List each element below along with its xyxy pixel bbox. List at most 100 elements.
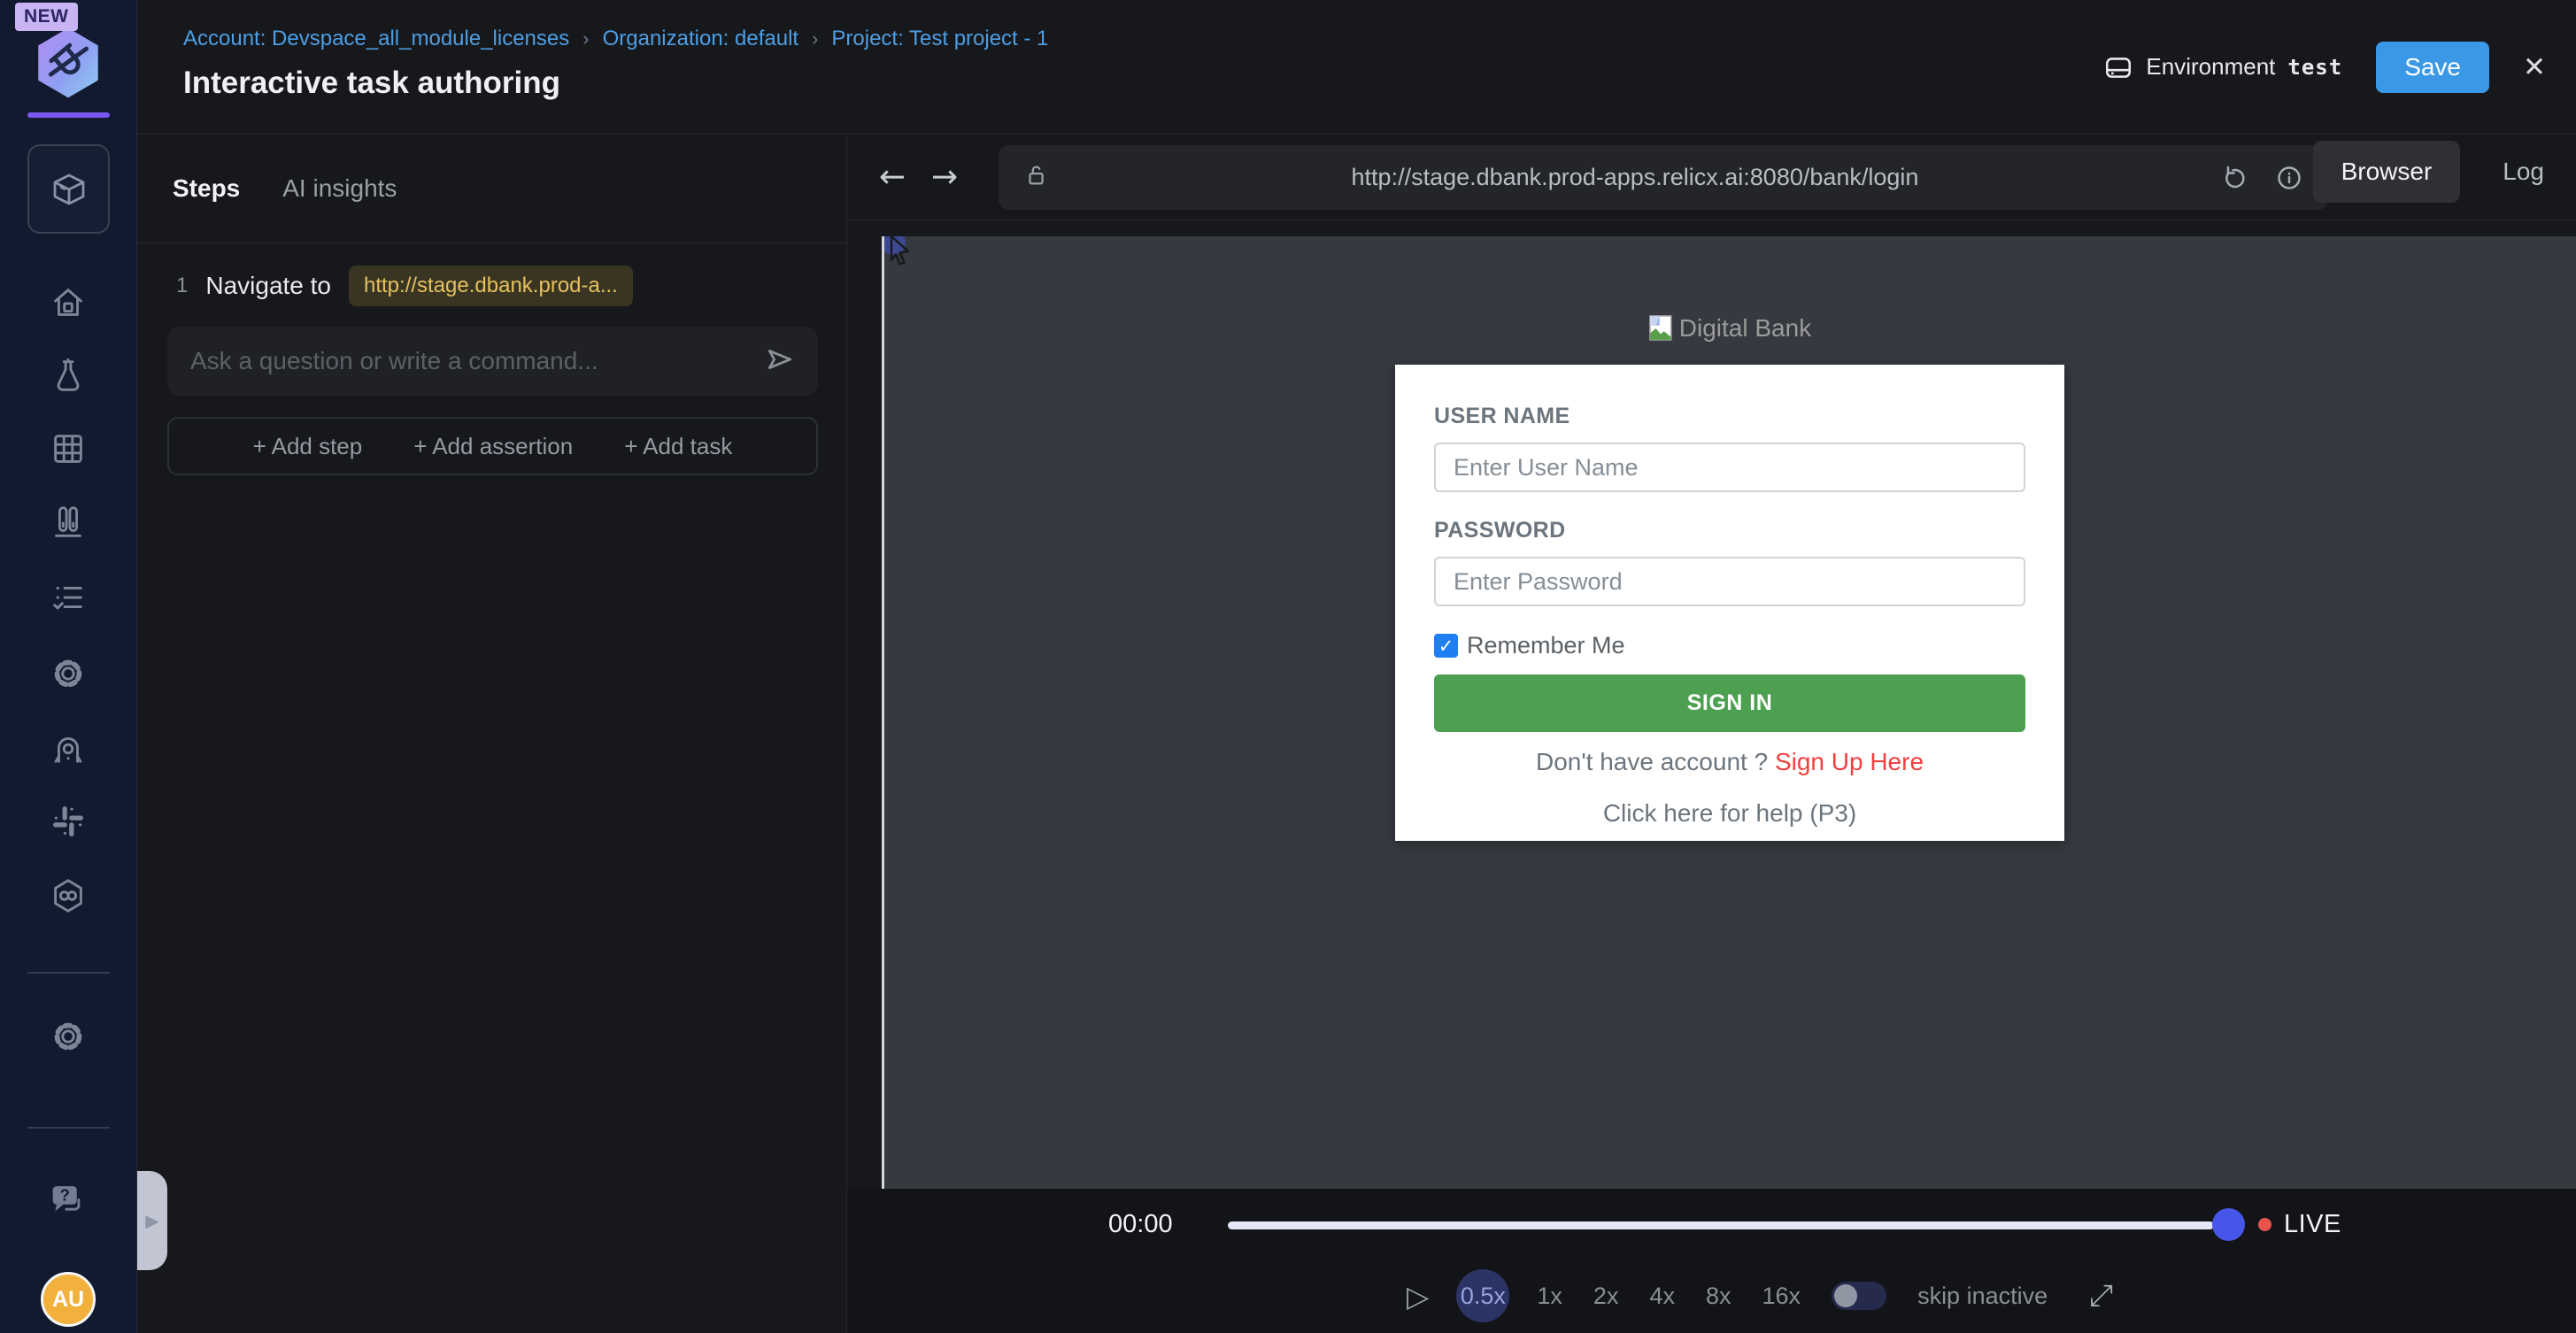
environment-selector[interactable]: Environment test xyxy=(2103,52,2342,82)
steps-panel: Steps AI insights 1 Navigate to http://s… xyxy=(137,135,848,1333)
topbar-actions: Environment test Save ✕ xyxy=(2103,0,2546,134)
sidebar-item-integrations[interactable] xyxy=(48,801,89,842)
add-task-button[interactable]: + Add task xyxy=(624,433,732,460)
skip-inactive-toggle[interactable] xyxy=(1832,1282,1887,1310)
environment-drive-icon xyxy=(2106,57,2132,78)
live-label: LIVE xyxy=(2284,1210,2341,1238)
speed-8x[interactable]: 8x xyxy=(1706,1283,1731,1310)
timeline-thumb[interactable] xyxy=(2212,1208,2245,1241)
sidebar-item-suites[interactable] xyxy=(48,428,89,469)
step-item[interactable]: 1 Navigate to http://stage.dbank.prod-a.… xyxy=(176,266,633,306)
speed-16x[interactable]: 16x xyxy=(1762,1283,1801,1310)
sidebar-divider xyxy=(27,1127,110,1129)
add-step-button[interactable]: + Add step xyxy=(253,433,363,460)
steps-panel-tabs: Steps AI insights xyxy=(137,135,846,243)
refresh-icon[interactable] xyxy=(2220,164,2248,192)
save-button[interactable]: Save xyxy=(2376,41,2490,93)
sidebar-item-tasks[interactable] xyxy=(48,577,89,618)
add-assertion-button[interactable]: + Add assertion xyxy=(413,433,573,460)
browser-toolbar: ← → http://stage.dbank.prod-apps.relicx.… xyxy=(847,135,2576,220)
rocket-icon xyxy=(54,737,82,763)
sidebar-divider xyxy=(27,972,110,974)
breadcrumb-account[interactable]: Account: Devspace_all_module_licenses xyxy=(183,27,569,51)
tab-steps[interactable]: Steps xyxy=(173,174,240,203)
info-icon[interactable] xyxy=(2275,164,2303,192)
gear-icon xyxy=(54,659,82,688)
step-action-label: Navigate to xyxy=(205,272,331,299)
sidebar-item-runs[interactable] xyxy=(48,502,89,543)
play-icon[interactable]: ▷ xyxy=(1407,1279,1429,1314)
sidebar-item-tests[interactable] xyxy=(48,356,89,397)
breadcrumb-separator: › xyxy=(582,27,590,50)
breadcrumb-project[interactable]: Project: Test project - 1 xyxy=(831,27,1048,51)
speed-2x[interactable]: 2x xyxy=(1593,1283,1619,1310)
url-text[interactable]: http://stage.dbank.prod-apps.relicx.ai:8… xyxy=(1050,164,2220,191)
fullscreen-icon[interactable]: ⤢ xyxy=(2089,1278,2113,1314)
panel-collapse-handle[interactable]: ▶ xyxy=(137,1171,167,1270)
bank-logo-text: Digital Bank xyxy=(1678,314,1812,342)
browser-panel: ← → http://stage.dbank.prod-apps.relicx.… xyxy=(847,135,2576,1333)
elapsed-time: 00:00 xyxy=(1108,1210,1173,1238)
url-bar[interactable]: http://stage.dbank.prod-apps.relicx.ai:8… xyxy=(999,145,2328,210)
cube-icon xyxy=(53,173,84,204)
breadcrumb-organization[interactable]: Organization: default xyxy=(603,27,798,51)
svg-text:?: ? xyxy=(60,1185,70,1204)
gear-icon xyxy=(54,1022,82,1051)
page-title: Interactive task authoring xyxy=(183,65,560,100)
breadcrumb-separator: › xyxy=(812,27,819,50)
session-player: 00:00 LIVE ▷ 0.5x 1x 2x 4x 8x 16x skip i… xyxy=(847,1189,2576,1333)
password-label: PASSWORD xyxy=(1434,518,1566,543)
speed-0.5x[interactable]: 0.5x xyxy=(1456,1269,1510,1322)
tab-log[interactable]: Log xyxy=(2474,141,2572,203)
forward-icon[interactable]: → xyxy=(931,159,958,196)
home-icon xyxy=(54,289,82,316)
remote-cursor-icon xyxy=(884,236,925,281)
url-actions xyxy=(2220,164,2303,192)
sidebar-item-sessions[interactable] xyxy=(48,875,89,916)
tab-browser[interactable]: Browser xyxy=(2312,141,2461,203)
logo-underline xyxy=(27,112,110,118)
command-box xyxy=(167,327,818,396)
password-field[interactable] xyxy=(1434,557,2025,606)
username-field[interactable] xyxy=(1434,443,2025,492)
lock-icon xyxy=(1023,162,1050,193)
step-index: 1 xyxy=(176,274,189,297)
sidebar: NEW ? AU xyxy=(0,0,137,1333)
sidebar-item-settings[interactable] xyxy=(48,1016,89,1057)
sign-in-button[interactable]: SIGN IN xyxy=(1434,674,2025,732)
user-avatar[interactable]: AU xyxy=(41,1272,96,1327)
back-icon[interactable]: ← xyxy=(879,159,906,196)
handle-arrow-icon: ▶ xyxy=(145,1210,159,1231)
help-chat-icon[interactable]: ? xyxy=(45,1179,91,1229)
topbar: Account: Devspace_all_module_licenses › … xyxy=(137,0,2576,135)
remember-me-checkbox[interactable]: ✓ xyxy=(1434,634,1458,658)
sidebar-item-home[interactable] xyxy=(48,282,89,323)
remember-me-row: ✓ Remember Me xyxy=(1434,632,2025,659)
sidebar-item-workspace[interactable] xyxy=(27,144,110,234)
send-icon[interactable] xyxy=(765,344,795,379)
sidebar-item-config[interactable] xyxy=(48,653,89,694)
app-logo-icon[interactable] xyxy=(28,23,108,107)
close-icon[interactable]: ✕ xyxy=(2523,51,2546,83)
sidebar-item-launch[interactable] xyxy=(48,728,89,768)
step-url-chip[interactable]: http://stage.dbank.prod-a... xyxy=(349,266,633,306)
signup-link[interactable]: Sign Up Here xyxy=(1775,748,1924,775)
bank-logo: Digital Bank xyxy=(884,314,2576,343)
username-label: USER NAME xyxy=(1434,404,1570,428)
broken-image-icon xyxy=(1649,315,1672,341)
tab-ai-insights[interactable]: AI insights xyxy=(282,174,397,203)
new-badge: NEW xyxy=(15,3,78,31)
browser-view-tabs: Browser Log xyxy=(2312,141,2572,203)
slack-icon xyxy=(52,805,84,837)
speed-4x[interactable]: 4x xyxy=(1649,1283,1675,1310)
signup-prompt: Don't have account ? xyxy=(1535,748,1769,775)
toggle-knob xyxy=(1834,1284,1858,1307)
speed-1x[interactable]: 1x xyxy=(1537,1283,1562,1310)
step-add-actions: + Add step + Add assertion + Add task xyxy=(167,417,818,475)
help-link[interactable]: Click here for help (P3) xyxy=(1434,799,2025,828)
timeline-track[interactable] xyxy=(1228,1221,2214,1229)
command-input[interactable] xyxy=(190,347,765,375)
environment-label: Environment xyxy=(2146,53,2276,80)
live-dot xyxy=(2258,1218,2271,1231)
browser-viewport[interactable]: Digital Bank USER NAME PASSWORD ✓ Rememb… xyxy=(882,236,2576,1189)
